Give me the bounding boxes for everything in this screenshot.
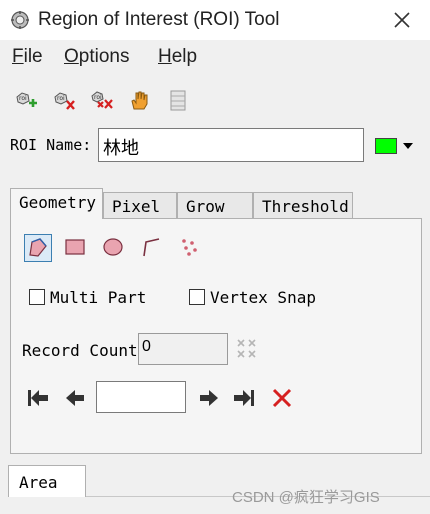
- new-roi-icon[interactable]: roi: [14, 88, 38, 112]
- menu-file[interactable]: File: [12, 46, 43, 68]
- tab-threshold[interactable]: Threshold: [253, 192, 353, 218]
- svg-text:roi: roi: [94, 94, 102, 101]
- gear-app-icon: [10, 10, 30, 30]
- hand-icon[interactable]: [128, 88, 152, 112]
- window-title: Region of Interest (ROI) Tool: [38, 9, 280, 30]
- roi-name-label: ROI Name:: [10, 136, 92, 154]
- table-icon[interactable]: [166, 88, 190, 112]
- watermark-text: CSDN @疯狂学习GIS: [232, 489, 380, 506]
- svg-text:roi: roi: [19, 95, 27, 102]
- ellipse-tool-icon[interactable]: [100, 234, 128, 262]
- tab-pixel[interactable]: Pixel: [103, 192, 177, 218]
- roi-color-swatch[interactable]: [375, 138, 397, 154]
- polyline-tool-icon[interactable]: [138, 234, 166, 262]
- roi-name-input[interactable]: 林地: [98, 128, 364, 162]
- delete-record-icon[interactable]: [270, 387, 294, 409]
- tab-geometry[interactable]: Geometry: [10, 188, 103, 219]
- delete-roi-icon[interactable]: roi: [52, 88, 76, 112]
- last-record-icon[interactable]: [232, 387, 256, 409]
- rectangle-tool-icon[interactable]: [62, 234, 90, 262]
- next-record-icon[interactable]: [196, 387, 220, 409]
- polygon-tool-icon[interactable]: [24, 234, 52, 262]
- color-dropdown-arrow-icon[interactable]: [403, 143, 413, 149]
- tab-area[interactable]: Area: [8, 465, 86, 497]
- previous-record-icon[interactable]: [64, 387, 88, 409]
- record-index-input[interactable]: [96, 381, 186, 413]
- menu-options[interactable]: Options: [64, 46, 129, 68]
- first-record-icon[interactable]: [26, 387, 50, 409]
- close-icon[interactable]: [390, 8, 414, 32]
- delete-all-roi-icon[interactable]: roi: [90, 88, 114, 112]
- record-count-field: 0: [138, 333, 228, 365]
- point-tool-icon[interactable]: [176, 234, 204, 262]
- vertex-snap-label: Vertex Snap: [210, 288, 316, 307]
- multi-part-checkbox[interactable]: [29, 289, 45, 305]
- clear-records-icon: [236, 338, 260, 362]
- multi-part-label: Multi Part: [50, 288, 147, 307]
- tab-grow[interactable]: Grow: [177, 192, 253, 218]
- record-count-label: Record Count: [22, 341, 138, 360]
- svg-text:roi: roi: [57, 95, 65, 102]
- menu-help[interactable]: Help: [158, 46, 197, 68]
- vertex-snap-checkbox[interactable]: [189, 289, 205, 305]
